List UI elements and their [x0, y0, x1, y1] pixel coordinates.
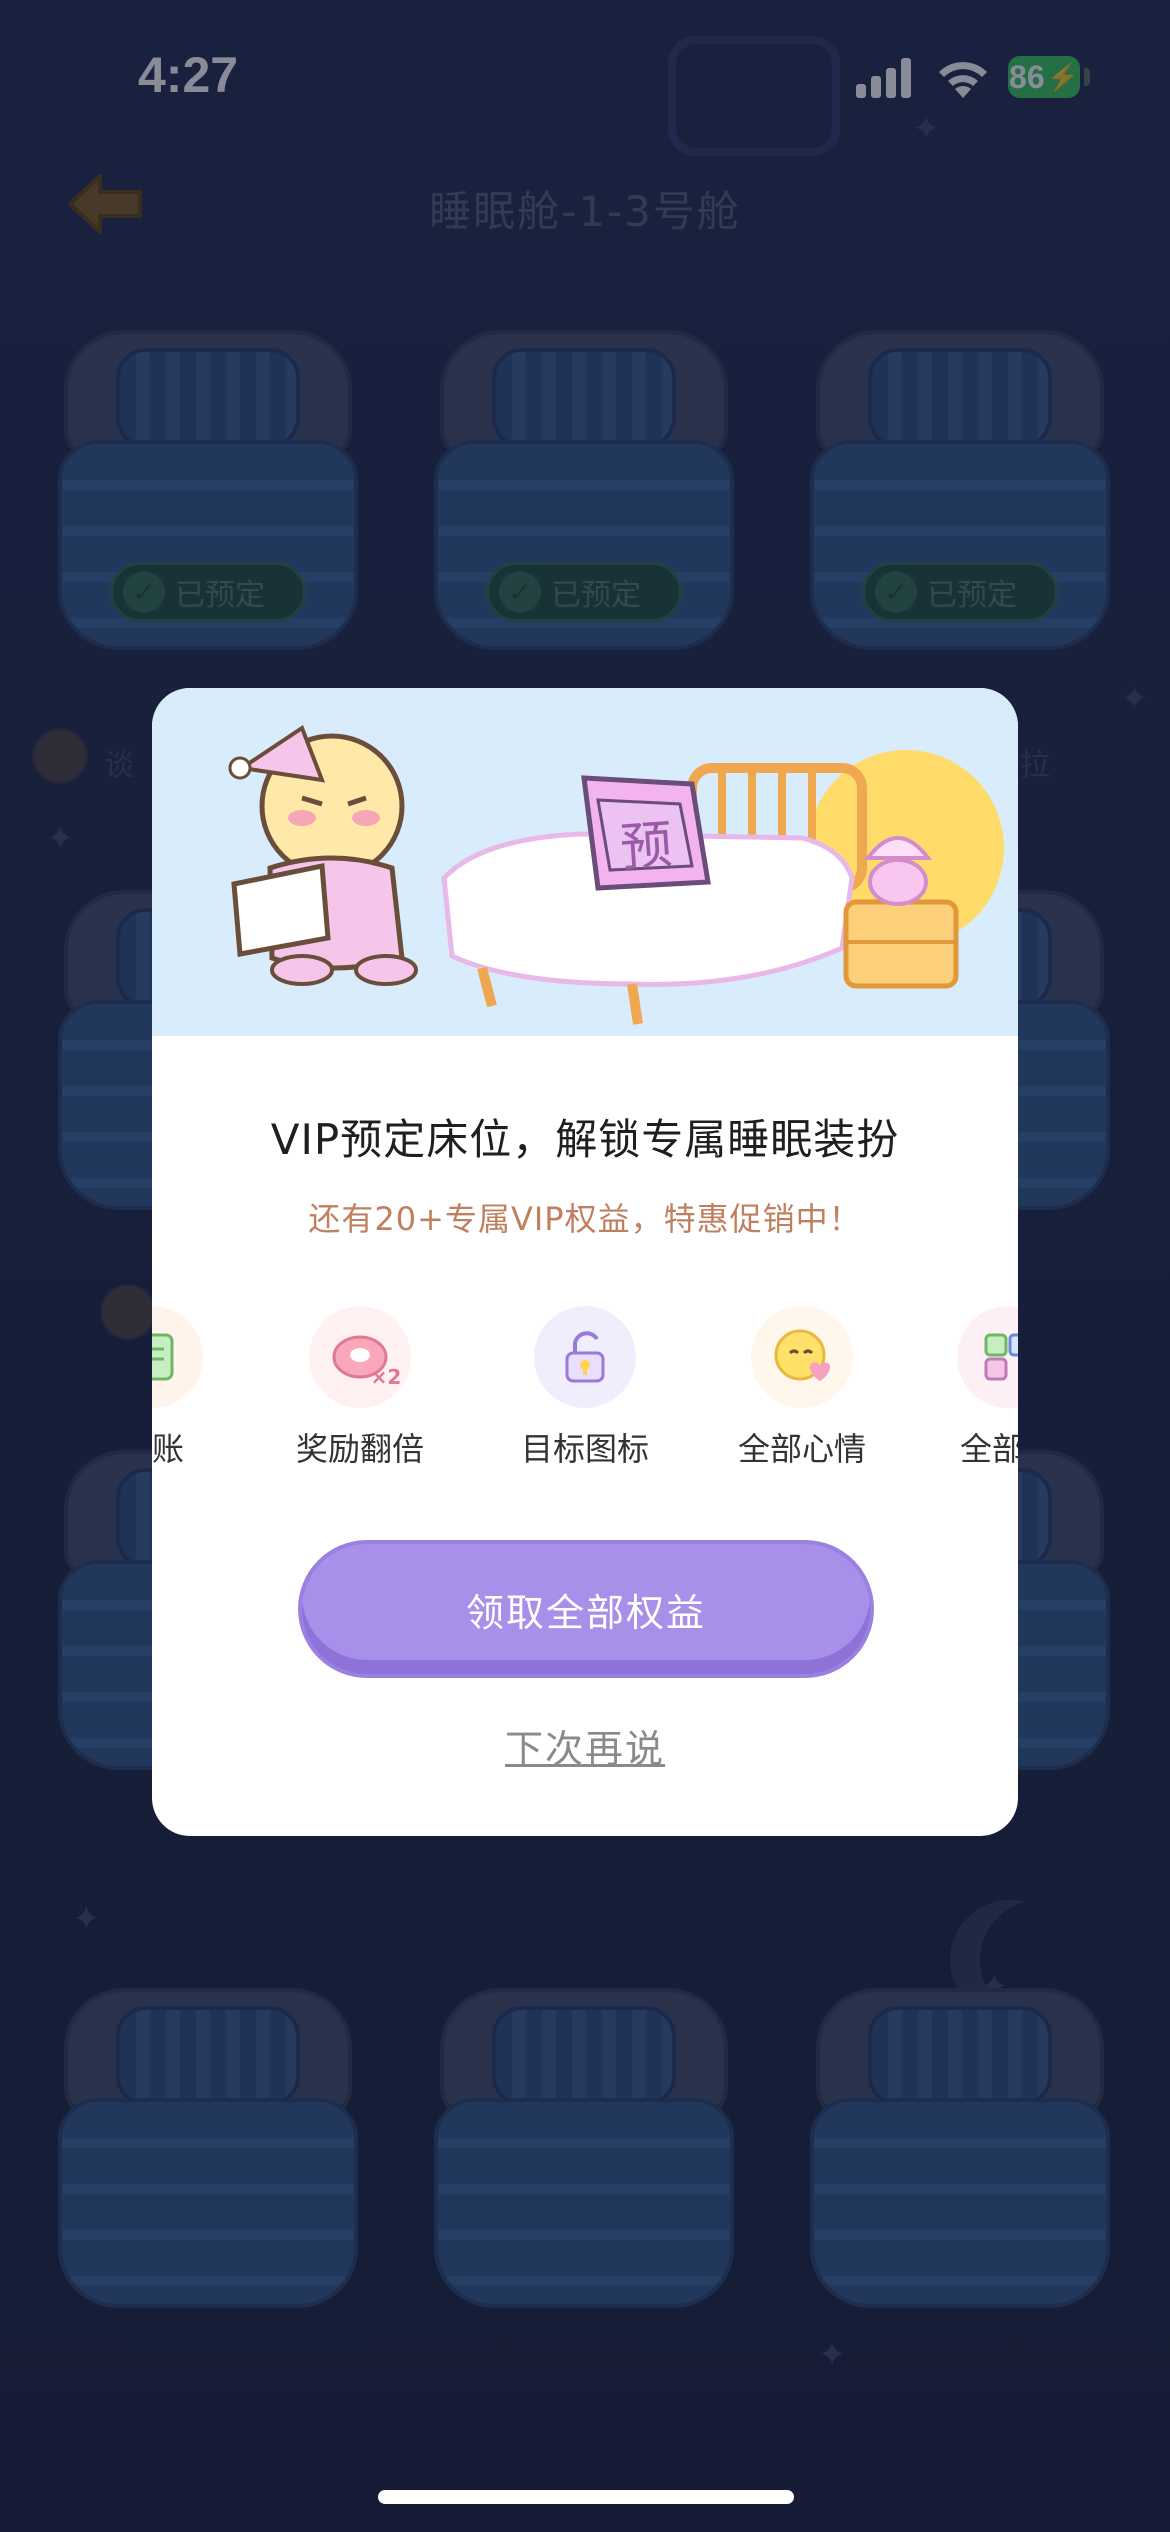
benefit-item-goal-icon[interactable]: 目标图标 — [485, 1306, 685, 1486]
goal-lock-icon — [534, 1306, 636, 1408]
dialog-banner-illustration: 预 — [152, 688, 1018, 1036]
dialog-title: VIP预定床位，解锁专属睡眠装扮 — [270, 1115, 900, 1164]
reserve-bed-illustration — [228, 724, 1004, 1025]
reserve-sign-label: 预 — [618, 815, 675, 879]
ledger-icon — [152, 1306, 203, 1408]
benefit-item-all-moods[interactable]: 全部心情 — [702, 1306, 902, 1486]
maybe-later-link[interactable]: 下次再说 — [152, 1718, 1018, 1773]
benefits-carousel[interactable]: 记账 ×2 奖励翻倍 目标图标 全部心情 全部心 — [152, 1306, 1018, 1486]
mood-face-icon — [751, 1306, 853, 1408]
benefit-item-widgets[interactable]: 全部心 — [908, 1306, 1018, 1486]
home-indicator[interactable] — [378, 2490, 794, 2504]
claim-all-benefits-button[interactable]: 领取全部权益 — [302, 1544, 870, 1674]
benefit-item-reward-double[interactable]: ×2 奖励翻倍 — [260, 1306, 460, 1486]
benefit-item-ledger[interactable]: 记账 — [152, 1306, 252, 1486]
widget-icon — [957, 1306, 1018, 1408]
vip-promo-dialog: 预 VIP预定床位，解锁专属睡眠装扮 还有20+专属VIP权益，特惠促销中！ 记… — [152, 688, 1018, 1836]
dialog-subtitle: 还有20+专属VIP权益，特惠促销中！ — [308, 1200, 862, 1238]
reward-double-icon: ×2 — [309, 1306, 411, 1408]
